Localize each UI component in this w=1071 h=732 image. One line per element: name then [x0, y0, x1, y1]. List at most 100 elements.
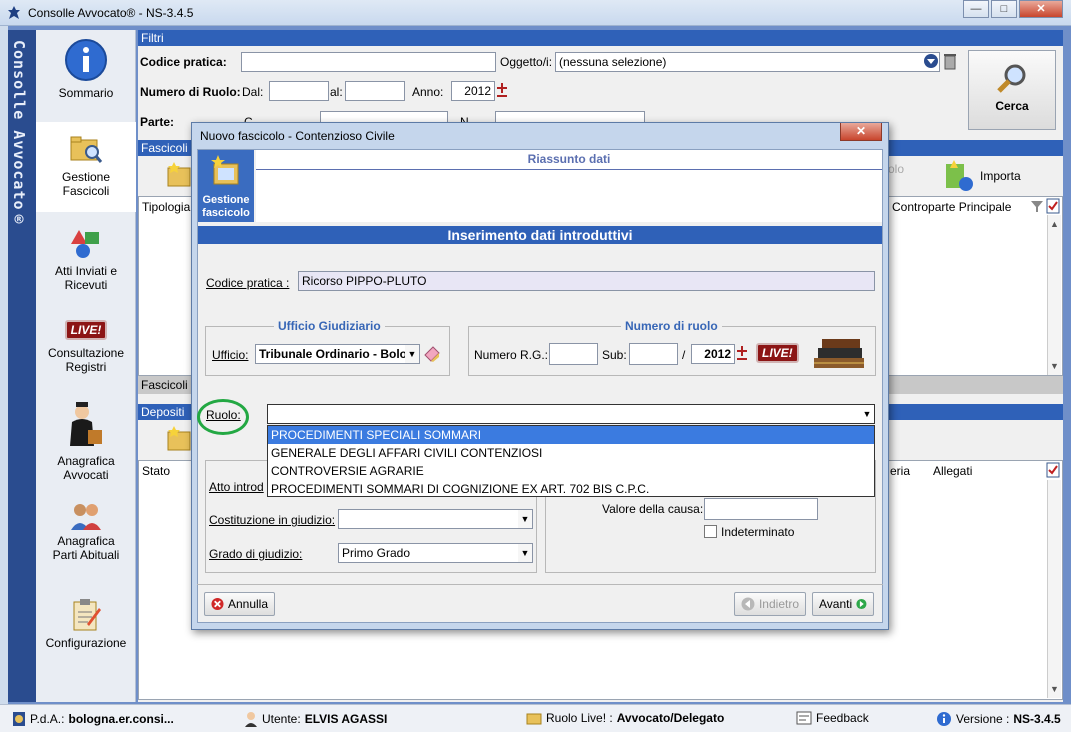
grado-value: Primo Grado: [342, 546, 411, 560]
scroll-up-icon[interactable]: ▲: [1050, 219, 1059, 229]
column-chooser-icon[interactable]: [1046, 198, 1060, 214]
filter-icon[interactable]: [1030, 199, 1044, 213]
anno-label: Anno:: [412, 85, 444, 99]
shapes-icon: [71, 230, 99, 258]
new-deposito-icon[interactable]: [166, 424, 192, 454]
tile-label-2: fascicolo: [202, 207, 250, 219]
versione-value: NS-3.4.5: [1013, 712, 1061, 726]
ruolo-dropdown-list: PROCEDIMENTI SPECIALI SOMMARI GENERALE D…: [267, 425, 875, 497]
sidebar-item-label: Anagrafica Avvocati: [57, 454, 115, 482]
search-icon: [997, 64, 1026, 93]
cerca-button[interactable]: Cerca: [968, 50, 1056, 130]
numero-ruolo-group-title: Numero di ruolo: [621, 319, 722, 333]
maximize-button[interactable]: □: [991, 0, 1017, 18]
sidebar-item-label: Gestione Fascicoli: [61, 170, 111, 198]
status-bar: P.d.A.: bologna.er.consi... Utente: ELVI…: [0, 704, 1071, 732]
folder-icon: [526, 713, 542, 725]
ruolo-option[interactable]: GENERALE DEGLI AFFARI CIVILI CONTENZIOSI: [268, 444, 874, 462]
dlg-anno-input[interactable]: 2012: [691, 344, 735, 364]
brand-strip: Consolle Avvocato®: [8, 30, 36, 702]
window-title: Consolle Avvocato® - NS-3.4.5: [28, 6, 194, 20]
scroll-down-icon[interactable]: ▼: [1050, 684, 1059, 694]
new-folder-icon[interactable]: [166, 160, 192, 190]
rg-label: Numero R.G.:: [474, 348, 549, 362]
oggetto-input[interactable]: (nessuna selezione): [555, 52, 940, 72]
col-controparte[interactable]: Controparte Principale: [892, 200, 1011, 214]
col-tipologia[interactable]: Tipologia: [142, 200, 190, 214]
col-allegati[interactable]: Allegati: [933, 464, 972, 478]
live-badge-icon[interactable]: LIVE!: [756, 343, 799, 363]
fascicoli-scrollbar[interactable]: ▲ ▼: [1047, 215, 1061, 375]
avanti-button[interactable]: Avanti: [812, 592, 874, 616]
highlight-ring: [197, 399, 249, 435]
depositi-scrollbar[interactable]: ▼: [1047, 480, 1061, 698]
scroll-down-icon[interactable]: ▼: [1050, 361, 1059, 371]
dlg-codice-label: Codice pratica :: [206, 276, 290, 290]
valore-input[interactable]: [704, 498, 818, 520]
sidebar-item-parti-abituali[interactable]: Anagrafica Parti Abituali: [36, 502, 136, 582]
live-badge-icon: LIVE!: [64, 320, 108, 340]
sidebar-item-label: Anagrafica Parti Abituali: [52, 534, 120, 562]
ruolo-option[interactable]: PROCEDIMENTI SPECIALI SOMMARI: [268, 426, 874, 444]
costituzione-select[interactable]: ▼: [338, 509, 533, 529]
dlg-codice-input[interactable]: Ricorso PIPPO-PLUTO: [298, 271, 875, 291]
rg-input[interactable]: [549, 343, 598, 365]
ufficio-select[interactable]: Tribunale Ordinario - Bolo... ▼: [255, 344, 420, 364]
info-icon: [65, 39, 107, 81]
col-stato[interactable]: Stato: [142, 464, 170, 478]
gestione-fascicolo-tile[interactable]: Gestione fascicolo: [198, 150, 254, 222]
tile-label-1: Gestione: [202, 194, 250, 206]
sub-input[interactable]: [629, 343, 678, 365]
ruolo-option[interactable]: CONTROVERSIE AGRARIE: [268, 462, 874, 480]
ruolo-option[interactable]: PROCEDIMENTI SOMMARI DI COGNIZIONE EX AR…: [268, 480, 874, 498]
sidebar-item-anagrafica-avvocati[interactable]: Anagrafica Avvocati: [36, 402, 136, 492]
indietro-button[interactable]: Indietro: [734, 592, 806, 616]
dal-input[interactable]: [269, 81, 329, 101]
ufficio-value: Tribunale Ordinario - Bolo...: [259, 347, 418, 361]
seal-icon: [13, 712, 25, 726]
cerca-label: Cerca: [995, 99, 1029, 113]
inserimento-band: Inserimento dati introduttivi: [198, 226, 882, 244]
sidebar-item-consultazione[interactable]: LIVE! Consultazione Registri: [36, 320, 136, 400]
user-icon: [245, 712, 257, 727]
column-chooser-icon[interactable]: [1046, 462, 1060, 478]
sidebar-item-gestione-fascicoli[interactable]: Gestione Fascicoli: [36, 122, 136, 212]
trash-icon[interactable]: [943, 52, 957, 70]
eraser-icon[interactable]: [423, 345, 441, 363]
versione-label: Versione :: [956, 712, 1010, 726]
al-input[interactable]: [345, 81, 405, 101]
grado-select[interactable]: Primo Grado ▼: [338, 543, 533, 563]
annulla-button[interactable]: Annulla: [204, 592, 275, 616]
sidebar-item-atti[interactable]: Atti Inviati e Ricevuti: [36, 226, 136, 306]
plus-minus-icon[interactable]: [737, 345, 747, 361]
app-logo-icon: [8, 6, 20, 19]
codice-pratica-input[interactable]: [241, 52, 496, 72]
indeterminato-checkbox[interactable]: [704, 525, 717, 538]
sidebar-item-configurazione[interactable]: Configurazione: [36, 598, 136, 668]
col-eria[interactable]: eria: [890, 464, 910, 478]
indeterminato-label: Indeterminato: [721, 525, 795, 539]
utente-label: Utente:: [262, 712, 301, 726]
slash-label: /: [682, 348, 686, 362]
plus-minus-icon[interactable]: [497, 82, 507, 98]
dropdown-circle-icon[interactable]: [923, 53, 939, 69]
close-window-button[interactable]: ✕: [1019, 0, 1063, 18]
ufficio-label: Ufficio:: [212, 348, 249, 362]
anno-input[interactable]: 2012: [451, 81, 495, 101]
importa-button[interactable]: Importa: [944, 160, 1021, 192]
people-icon: [71, 504, 101, 530]
oggetto-label: Oggetto/i:: [500, 55, 553, 69]
pda-value: bologna.er.consi...: [68, 712, 174, 726]
cancel-icon: [211, 597, 224, 611]
info-icon: [937, 712, 951, 726]
dialog-title: Nuovo fascicolo - Contenzioso Civile: [200, 129, 395, 143]
ruolo-select[interactable]: ▼: [267, 404, 875, 424]
sidebar: Sommario Gestione Fascicoli Atti Inviati…: [36, 30, 136, 702]
minimize-button[interactable]: —: [963, 0, 989, 18]
dal-label: Dal:: [242, 85, 264, 99]
dialog-close-button[interactable]: ✕: [840, 123, 882, 141]
sidebar-item-sommario[interactable]: Sommario: [36, 38, 136, 118]
feedback-link[interactable]: Feedback: [796, 711, 869, 725]
import-icon: [946, 160, 973, 191]
pda-label: P.d.A.:: [30, 712, 65, 726]
